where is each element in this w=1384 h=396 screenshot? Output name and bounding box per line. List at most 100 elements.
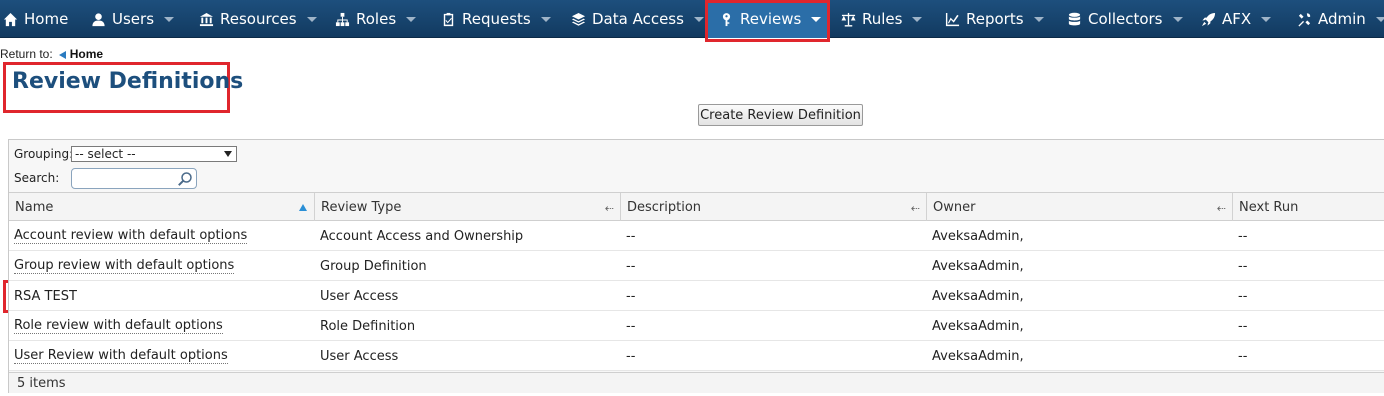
column-header-review-type[interactable]: Review Type ⇠ (315, 193, 621, 221)
row-name-link[interactable]: Account review with default options (9, 221, 248, 251)
sort-icon: ⇠ (910, 202, 920, 215)
scale-icon (840, 11, 856, 27)
nav-reports[interactable]: Reports (944, 0, 1044, 38)
chevron-down-icon (1172, 16, 1183, 22)
nav-data-access[interactable]: Data Access (570, 0, 704, 38)
grouping-label: Grouping: (14, 147, 74, 161)
nav-home-label: Home (24, 10, 69, 28)
breadcrumb-home-link[interactable]: Home (70, 47, 103, 61)
row-owner: AveksaAdmin, (932, 258, 1024, 274)
grouping-select[interactable]: -- select -- (71, 146, 237, 162)
breadcrumb-prefix: Return to: (0, 47, 53, 61)
column-header-review-type-label: Review Type (321, 199, 402, 215)
row-name-link[interactable]: Group review with default options (9, 251, 235, 281)
search-input[interactable] (71, 168, 197, 189)
nav-collectors-label: Collectors (1088, 10, 1163, 28)
nav-users[interactable]: Users (90, 0, 175, 38)
table-row[interactable]: RSA TEST User Access -- AveksaAdmin, -- (9, 281, 1384, 311)
row-review-type: Group Definition (320, 258, 427, 274)
user-icon (90, 11, 106, 27)
chevron-down-icon (1375, 16, 1384, 22)
nav-reviews[interactable]: Reviews (708, 0, 828, 38)
chevron-down-icon (912, 16, 923, 22)
nav-reviews-label: Reviews (740, 10, 802, 28)
row-owner: AveksaAdmin, (932, 348, 1024, 364)
nav-requests-label: Requests (462, 10, 531, 28)
row-description: -- (626, 348, 636, 364)
column-header-name[interactable]: Name (9, 193, 315, 221)
row-next-run: -- (1238, 288, 1248, 304)
table-row[interactable]: User Review with default options User Ac… (9, 341, 1384, 371)
nav-afx[interactable]: AFX (1200, 0, 1272, 38)
row-description: -- (626, 258, 636, 274)
row-description: -- (626, 288, 636, 304)
grid-footer-item-count: 5 items (9, 372, 1384, 393)
row-review-type: Role Definition (320, 318, 416, 334)
table-row[interactable]: Role review with default options Role De… (9, 311, 1384, 341)
search-icon (178, 172, 192, 186)
table-row[interactable]: Account review with default options Acco… (9, 221, 1384, 251)
top-nav-bar: Home Users Resources Roles Requests Data… (0, 0, 1384, 38)
dropdown-arrow-icon (224, 151, 232, 157)
bank-icon (198, 11, 214, 27)
nav-collectors[interactable]: Collectors (1066, 0, 1183, 38)
table-header: Name Review Type ⇠ Description ⇠ Owner ⇠… (9, 192, 1384, 221)
table-body: Account review with default options Acco… (9, 221, 1384, 371)
nav-reports-label: Reports (966, 10, 1024, 28)
column-header-next-run-label: Next Run (1239, 199, 1299, 215)
tools-icon (1296, 11, 1312, 27)
chevron-down-icon (306, 16, 317, 22)
row-owner: AveksaAdmin, (932, 288, 1024, 304)
row-review-type: User Access (320, 348, 399, 364)
nav-users-label: Users (112, 10, 155, 28)
nav-rules-label: Rules (862, 10, 903, 28)
row-review-type: User Access (320, 288, 399, 304)
home-icon (2, 11, 18, 27)
chevron-down-icon (406, 16, 417, 22)
grouping-select-value: -- select -- (75, 147, 136, 161)
nav-requests[interactable]: Requests (440, 0, 551, 38)
nav-resources-label: Resources (220, 10, 297, 28)
nav-rules[interactable]: Rules (840, 0, 923, 38)
sort-icon: ⇠ (604, 202, 614, 215)
rocket-icon (1200, 11, 1216, 27)
column-header-name-label: Name (15, 199, 54, 215)
nav-afx-label: AFX (1222, 10, 1252, 28)
table-row[interactable]: Group review with default options Group … (9, 251, 1384, 281)
nav-roles[interactable]: Roles (334, 0, 417, 38)
nav-resources[interactable]: Resources (198, 0, 317, 38)
chevron-down-icon (1033, 16, 1044, 22)
nav-roles-label: Roles (356, 10, 397, 28)
row-owner: AveksaAdmin, (932, 318, 1024, 334)
column-header-description-label: Description (627, 199, 702, 215)
database-icon (1066, 11, 1082, 27)
checklist-icon (440, 11, 456, 27)
nav-admin[interactable]: Admin (1296, 0, 1384, 38)
column-header-owner[interactable]: Owner ⇠ (927, 193, 1233, 221)
row-next-run: -- (1238, 258, 1248, 274)
row-review-type: Account Access and Ownership (320, 228, 524, 244)
row-description: -- (626, 228, 636, 244)
nav-admin-label: Admin (1318, 10, 1366, 28)
create-review-definition-button[interactable]: Create Review Definition (698, 104, 863, 126)
sort-icon: ⇠ (1216, 202, 1226, 215)
nav-data-access-label: Data Access (592, 10, 684, 28)
column-header-owner-label: Owner (933, 199, 976, 215)
column-header-next-run[interactable]: Next Run (1233, 193, 1384, 221)
key-icon (718, 11, 734, 27)
row-name-link[interactable]: RSA TEST (9, 281, 77, 311)
search-label: Search: (14, 171, 60, 185)
column-header-description[interactable]: Description ⇠ (621, 193, 927, 221)
chevron-down-icon (693, 16, 704, 22)
row-name-link[interactable]: Role review with default options (9, 311, 223, 341)
page-title: Review Definitions (12, 69, 244, 94)
breadcrumb: Return to: Home (0, 47, 103, 61)
review-definitions-grid: Grouping: -- select -- Search: Name Revi… (8, 139, 1384, 393)
row-name-link[interactable]: User Review with default options (9, 341, 228, 371)
chevron-down-icon (1261, 16, 1272, 22)
row-next-run: -- (1238, 348, 1248, 364)
sitemap-icon (334, 11, 350, 27)
chevron-down-icon (811, 16, 822, 22)
back-arrow-icon (58, 50, 66, 59)
nav-home[interactable]: Home (2, 0, 68, 38)
